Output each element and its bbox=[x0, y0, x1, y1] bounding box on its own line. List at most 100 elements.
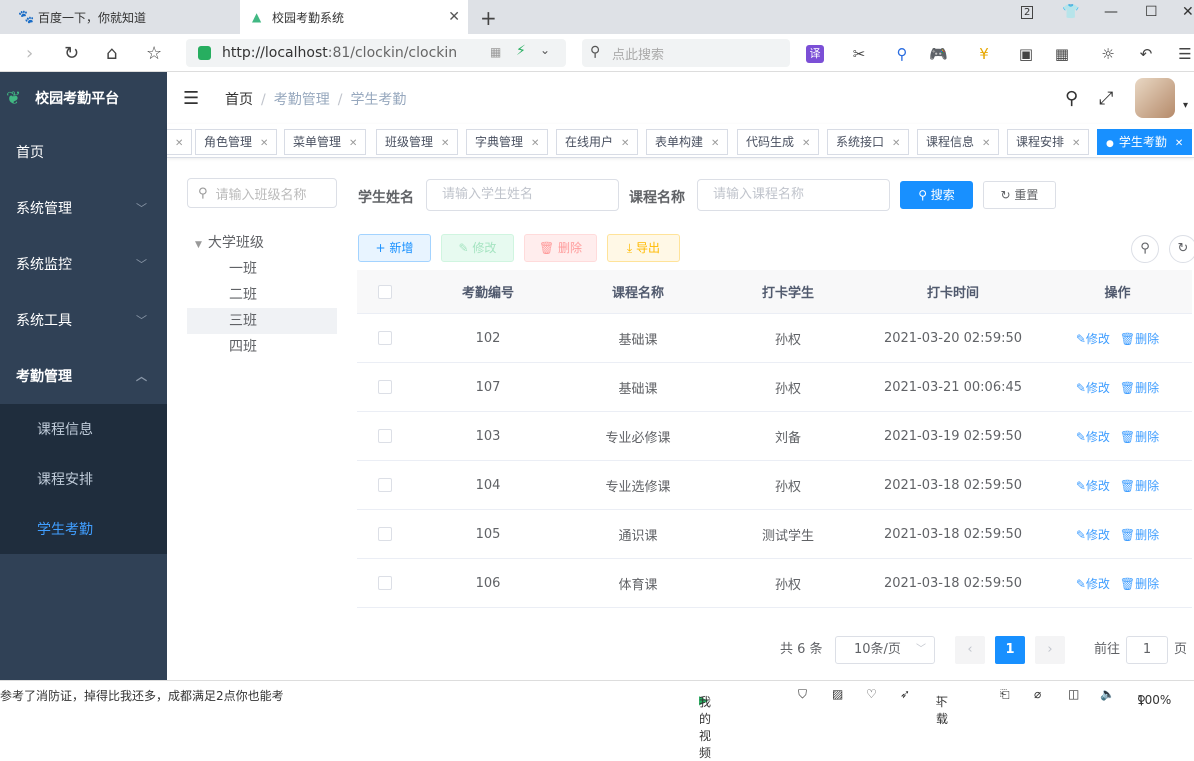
close-window-icon[interactable]: ✕ bbox=[1182, 4, 1194, 20]
undo-icon[interactable]: ↶ bbox=[1137, 45, 1155, 63]
image-icon[interactable]: ▨ bbox=[832, 687, 843, 701]
table-row[interactable]: 107 基础课 孙权 2021-03-21 00:06:45 ✎修改 🗑删除 bbox=[357, 363, 1192, 412]
reload-icon[interactable]: ↻ bbox=[64, 43, 79, 64]
row-edit-link[interactable]: ✎修改 bbox=[1076, 528, 1110, 542]
table-row[interactable]: 106 体育课 孙权 2021-03-18 02:59:50 ✎修改 🗑删除 bbox=[357, 559, 1192, 608]
tag-form[interactable]: 表单构建 ✕ bbox=[646, 129, 729, 155]
leaf-icon[interactable]: ⌀ bbox=[1034, 687, 1041, 701]
row-checkbox[interactable] bbox=[378, 478, 392, 492]
app-logo[interactable]: ❦ 校园考勤平台 bbox=[0, 72, 167, 124]
tree-node-class2[interactable]: 二班 bbox=[187, 282, 337, 308]
shield-icon[interactable]: ⛉ bbox=[798, 687, 807, 702]
table-row[interactable]: 103 专业必修课 刘备 2021-03-19 02:59:50 ✎修改 🗑删除 bbox=[357, 412, 1192, 461]
goto-page-input[interactable]: 1 bbox=[1126, 636, 1168, 664]
row-checkbox[interactable] bbox=[378, 331, 392, 345]
browser-tab-baidu[interactable]: 🐾 百度一下，你就知道 bbox=[0, 0, 238, 34]
course-name-input[interactable]: 请输入课程名称 bbox=[697, 179, 890, 211]
chevron-down-icon[interactable]: ⌄ bbox=[540, 43, 550, 57]
add-button[interactable]: + 新增 bbox=[358, 234, 431, 262]
current-page-button[interactable]: 1 bbox=[995, 636, 1025, 664]
sidebar-item-student-attendance[interactable]: 学生考勤 bbox=[0, 504, 167, 554]
forward-icon[interactable]: › bbox=[26, 43, 33, 64]
row-checkbox[interactable] bbox=[378, 527, 392, 541]
export-button[interactable]: ⤓ 导出 bbox=[607, 234, 680, 262]
student-name-input[interactable]: 请输入学生姓名 bbox=[426, 179, 619, 211]
qr-code-icon[interactable]: ▦ bbox=[490, 45, 501, 59]
table-row[interactable]: 105 通识课 测试学生 2021-03-18 02:59:50 ✎修改 🗑删除 bbox=[357, 510, 1192, 559]
close-tab-icon[interactable]: ✕ bbox=[448, 9, 460, 25]
row-delete-link[interactable]: 🗑删除 bbox=[1120, 430, 1159, 444]
sidebar-item-system[interactable]: 系统管理 ﹀ bbox=[0, 180, 167, 236]
row-delete-link[interactable]: 🗑删除 bbox=[1120, 528, 1159, 542]
row-edit-link[interactable]: ✎修改 bbox=[1076, 381, 1110, 395]
avatar[interactable] bbox=[1135, 78, 1175, 118]
coupon-icon[interactable]: ¥ bbox=[975, 45, 993, 63]
news-ticker[interactable]: 参考了消防证，掉得比我还多，成都满足2点你也能考 bbox=[0, 687, 300, 704]
tag-menu[interactable]: 菜单管理 ✕ bbox=[284, 129, 367, 155]
row-checkbox[interactable] bbox=[378, 429, 392, 443]
sidebar-item-tools[interactable]: 系统工具 ﹀ bbox=[0, 292, 167, 348]
lightning-icon[interactable]: ⚡ bbox=[516, 43, 526, 59]
prev-page-button[interactable]: ‹ bbox=[955, 636, 985, 664]
tag-student-attendance[interactable]: ● 学生考勤 ✕ bbox=[1097, 129, 1193, 155]
row-edit-link[interactable]: ✎修改 bbox=[1076, 479, 1110, 493]
tree-node-root[interactable]: ▼ 大学班级 bbox=[187, 230, 337, 256]
tag-partial[interactable]: ✕ bbox=[167, 129, 193, 155]
delete-button[interactable]: 🗑 删除 bbox=[524, 234, 597, 262]
shirt-skin-icon[interactable]: 👕 bbox=[1062, 4, 1079, 20]
table-row[interactable]: 104 专业选修课 孙权 2021-03-18 02:59:50 ✎修改 🗑删除 bbox=[357, 461, 1192, 510]
row-checkbox[interactable] bbox=[378, 576, 392, 590]
sidebar-item-course-schedule[interactable]: 课程安排 bbox=[0, 454, 167, 504]
tag-api[interactable]: 系统接口 ✕ bbox=[827, 129, 910, 155]
fullscreen-icon[interactable]: ⤢ bbox=[1099, 88, 1113, 109]
tag-course-schedule[interactable]: 课程安排 ✕ bbox=[1007, 129, 1090, 155]
apps-grid-icon[interactable]: ▦ bbox=[1053, 45, 1071, 63]
magnifier-icon[interactable]: ⚲ bbox=[893, 45, 911, 63]
tree-node-class1[interactable]: 一班 bbox=[187, 256, 337, 282]
edit-button[interactable]: ✎ 修改 bbox=[441, 234, 514, 262]
row-delete-link[interactable]: 🗑删除 bbox=[1120, 577, 1159, 591]
brightness-icon[interactable]: ☼ bbox=[1099, 45, 1117, 63]
new-tab-button[interactable]: + bbox=[480, 6, 497, 30]
select-all-checkbox[interactable] bbox=[378, 284, 392, 299]
toggle-search-icon[interactable]: ⚲ bbox=[1131, 235, 1159, 263]
browser-search-box[interactable]: ⚲ 点此搜索 bbox=[582, 39, 790, 67]
next-page-button[interactable]: › bbox=[1035, 636, 1065, 664]
class-search-input[interactable]: ⚲ 请输入班级名称 bbox=[187, 178, 337, 208]
tag-class[interactable]: 班级管理 ✕ bbox=[376, 129, 459, 155]
browser-tab-clockin[interactable]: ▲ 校园考勤系统 ✕ bbox=[240, 0, 468, 34]
volume-icon[interactable]: 🔈 bbox=[1100, 687, 1115, 701]
tree-node-class3[interactable]: 三班 bbox=[187, 308, 337, 334]
star-icon[interactable]: ☆ bbox=[146, 43, 162, 64]
tag-dict[interactable]: 字典管理 ✕ bbox=[466, 129, 549, 155]
window-icon[interactable]: ◫ bbox=[1068, 687, 1079, 701]
rocket-icon[interactable]: ➶ bbox=[900, 687, 910, 701]
sidebar-item-monitor[interactable]: 系统监控 ﹀ bbox=[0, 236, 167, 292]
table-row[interactable]: 102 基础课 孙权 2021-03-20 02:59:50 ✎修改 🗑删除 bbox=[357, 314, 1192, 363]
row-delete-link[interactable]: 🗑删除 bbox=[1120, 332, 1159, 346]
row-edit-link[interactable]: ✎修改 bbox=[1076, 577, 1110, 591]
caret-down-icon[interactable]: ▾ bbox=[1183, 100, 1188, 111]
sidebar-item-attendance[interactable]: 考勤管理 ︿ bbox=[0, 348, 167, 404]
search-button[interactable]: ⚲ 搜索 bbox=[900, 181, 973, 209]
tag-online[interactable]: 在线用户 ✕ bbox=[556, 129, 639, 155]
maximize-icon[interactable]: ☐ bbox=[1145, 4, 1158, 20]
reader-icon[interactable]: ▣ bbox=[1017, 45, 1035, 63]
tree-node-class4[interactable]: 四班 bbox=[187, 334, 337, 360]
hamburger-icon[interactable]: ☰ bbox=[183, 88, 199, 109]
row-delete-link[interactable]: 🗑删除 bbox=[1120, 381, 1159, 395]
scissors-icon[interactable]: ✂ bbox=[850, 45, 868, 63]
row-checkbox[interactable] bbox=[378, 380, 392, 394]
row-edit-link[interactable]: ✎修改 bbox=[1076, 430, 1110, 444]
tag-course-info[interactable]: 课程信息 ✕ bbox=[917, 129, 1000, 155]
sidebar-item-home[interactable]: 首页 bbox=[0, 124, 167, 180]
row-delete-link[interactable]: 🗑删除 bbox=[1120, 479, 1159, 493]
tag-codegen[interactable]: 代码生成 ✕ bbox=[737, 129, 820, 155]
heart-icon[interactable]: ♡ bbox=[866, 687, 877, 701]
gamepad-icon[interactable]: 🎮 bbox=[929, 45, 948, 63]
row-edit-link[interactable]: ✎修改 bbox=[1076, 332, 1110, 346]
tag-role[interactable]: 角色管理 ✕ bbox=[195, 129, 278, 155]
page-size-select[interactable]: 10条/页 ﹀ bbox=[835, 636, 935, 664]
search-icon[interactable]: ⚲ bbox=[1065, 88, 1078, 109]
devices-icon[interactable]: ⎗ bbox=[1000, 687, 1010, 702]
